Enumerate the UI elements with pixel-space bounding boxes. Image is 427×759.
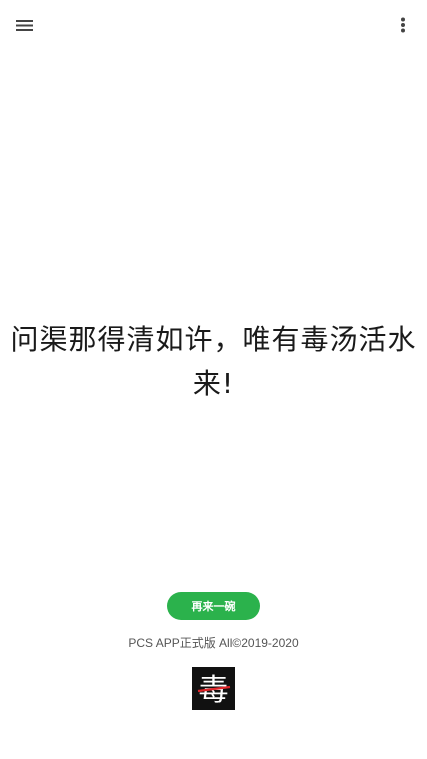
more-vertical-icon [401, 17, 405, 33]
poison-logo-icon: 毒 [192, 667, 235, 710]
hamburger-menu-icon [16, 20, 33, 31]
top-app-bar [0, 0, 427, 50]
quote-text: 问渠那得清如许，唯有毒汤活水来! [10, 323, 417, 400]
copyright-footer: PCS APP正式版 All©2019-2020 [128, 636, 299, 650]
app-logo: 毒 [192, 667, 235, 710]
more-options-button[interactable] [393, 12, 413, 38]
menu-button[interactable] [10, 12, 40, 38]
again-button[interactable]: 再来一碗 [167, 592, 260, 620]
